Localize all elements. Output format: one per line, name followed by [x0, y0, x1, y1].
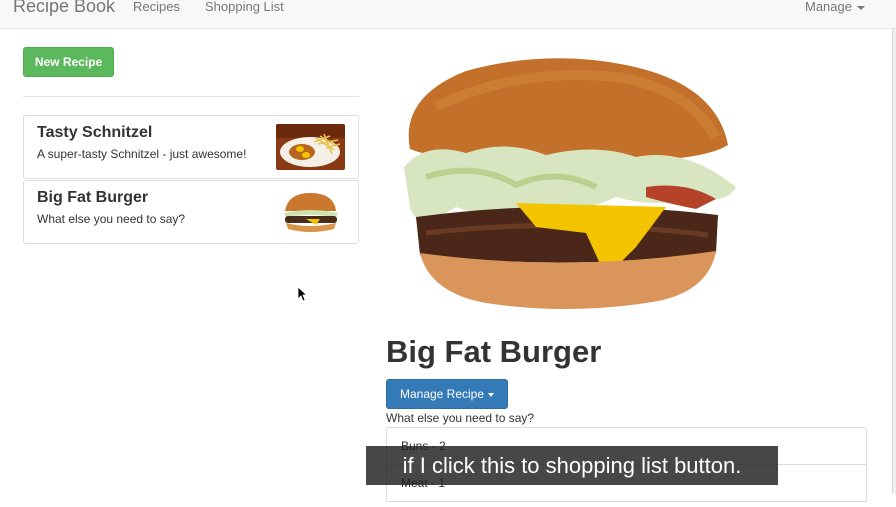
- manage-dropdown[interactable]: Manage: [805, 0, 865, 14]
- new-recipe-button[interactable]: New Recipe: [23, 47, 114, 77]
- divider: [23, 96, 359, 97]
- schnitzel-thumbnail: [276, 124, 345, 170]
- caret-down-icon: [488, 392, 495, 397]
- burger-thumbnail: [276, 189, 345, 235]
- recipe-item-title: Big Fat Burger: [37, 189, 149, 206]
- recipe-image: [396, 57, 742, 311]
- manage-recipe-dropdown-button[interactable]: Manage Recipe: [386, 379, 508, 409]
- recipe-item-title: Tasty Schnitzel: [37, 124, 153, 141]
- recipe-item-description: What else you need to say?: [37, 212, 186, 226]
- caret-down-icon: [856, 5, 865, 10]
- recipe-list-item-burger[interactable]: Big Fat Burger What else you need to say…: [23, 180, 359, 244]
- recipe-item-description: A super-tasty Schnitzel - just awesome!: [37, 147, 247, 161]
- mouse-cursor-icon: [297, 286, 308, 302]
- recipe-list-item-schnitzel[interactable]: Tasty Schnitzel A super-tasty Schnitzel …: [23, 115, 359, 179]
- recipe-description: What else you need to say?: [386, 411, 535, 425]
- navbar: Recipe Book Recipes Shopping List Manage: [0, 0, 896, 29]
- video-caption: if I click this to shopping list button.: [366, 446, 778, 485]
- manage-recipe-label: Manage Recipe: [399, 387, 485, 401]
- nav-shopping-list-link[interactable]: Shopping List: [205, 0, 284, 14]
- nav-recipes-link[interactable]: Recipes: [133, 0, 180, 14]
- recipe-title: Big Fat Burger: [386, 334, 602, 369]
- scrollbar[interactable]: [892, 29, 896, 494]
- brand-link[interactable]: Recipe Book: [13, 0, 115, 17]
- manage-dropdown-label: Manage: [805, 0, 852, 14]
